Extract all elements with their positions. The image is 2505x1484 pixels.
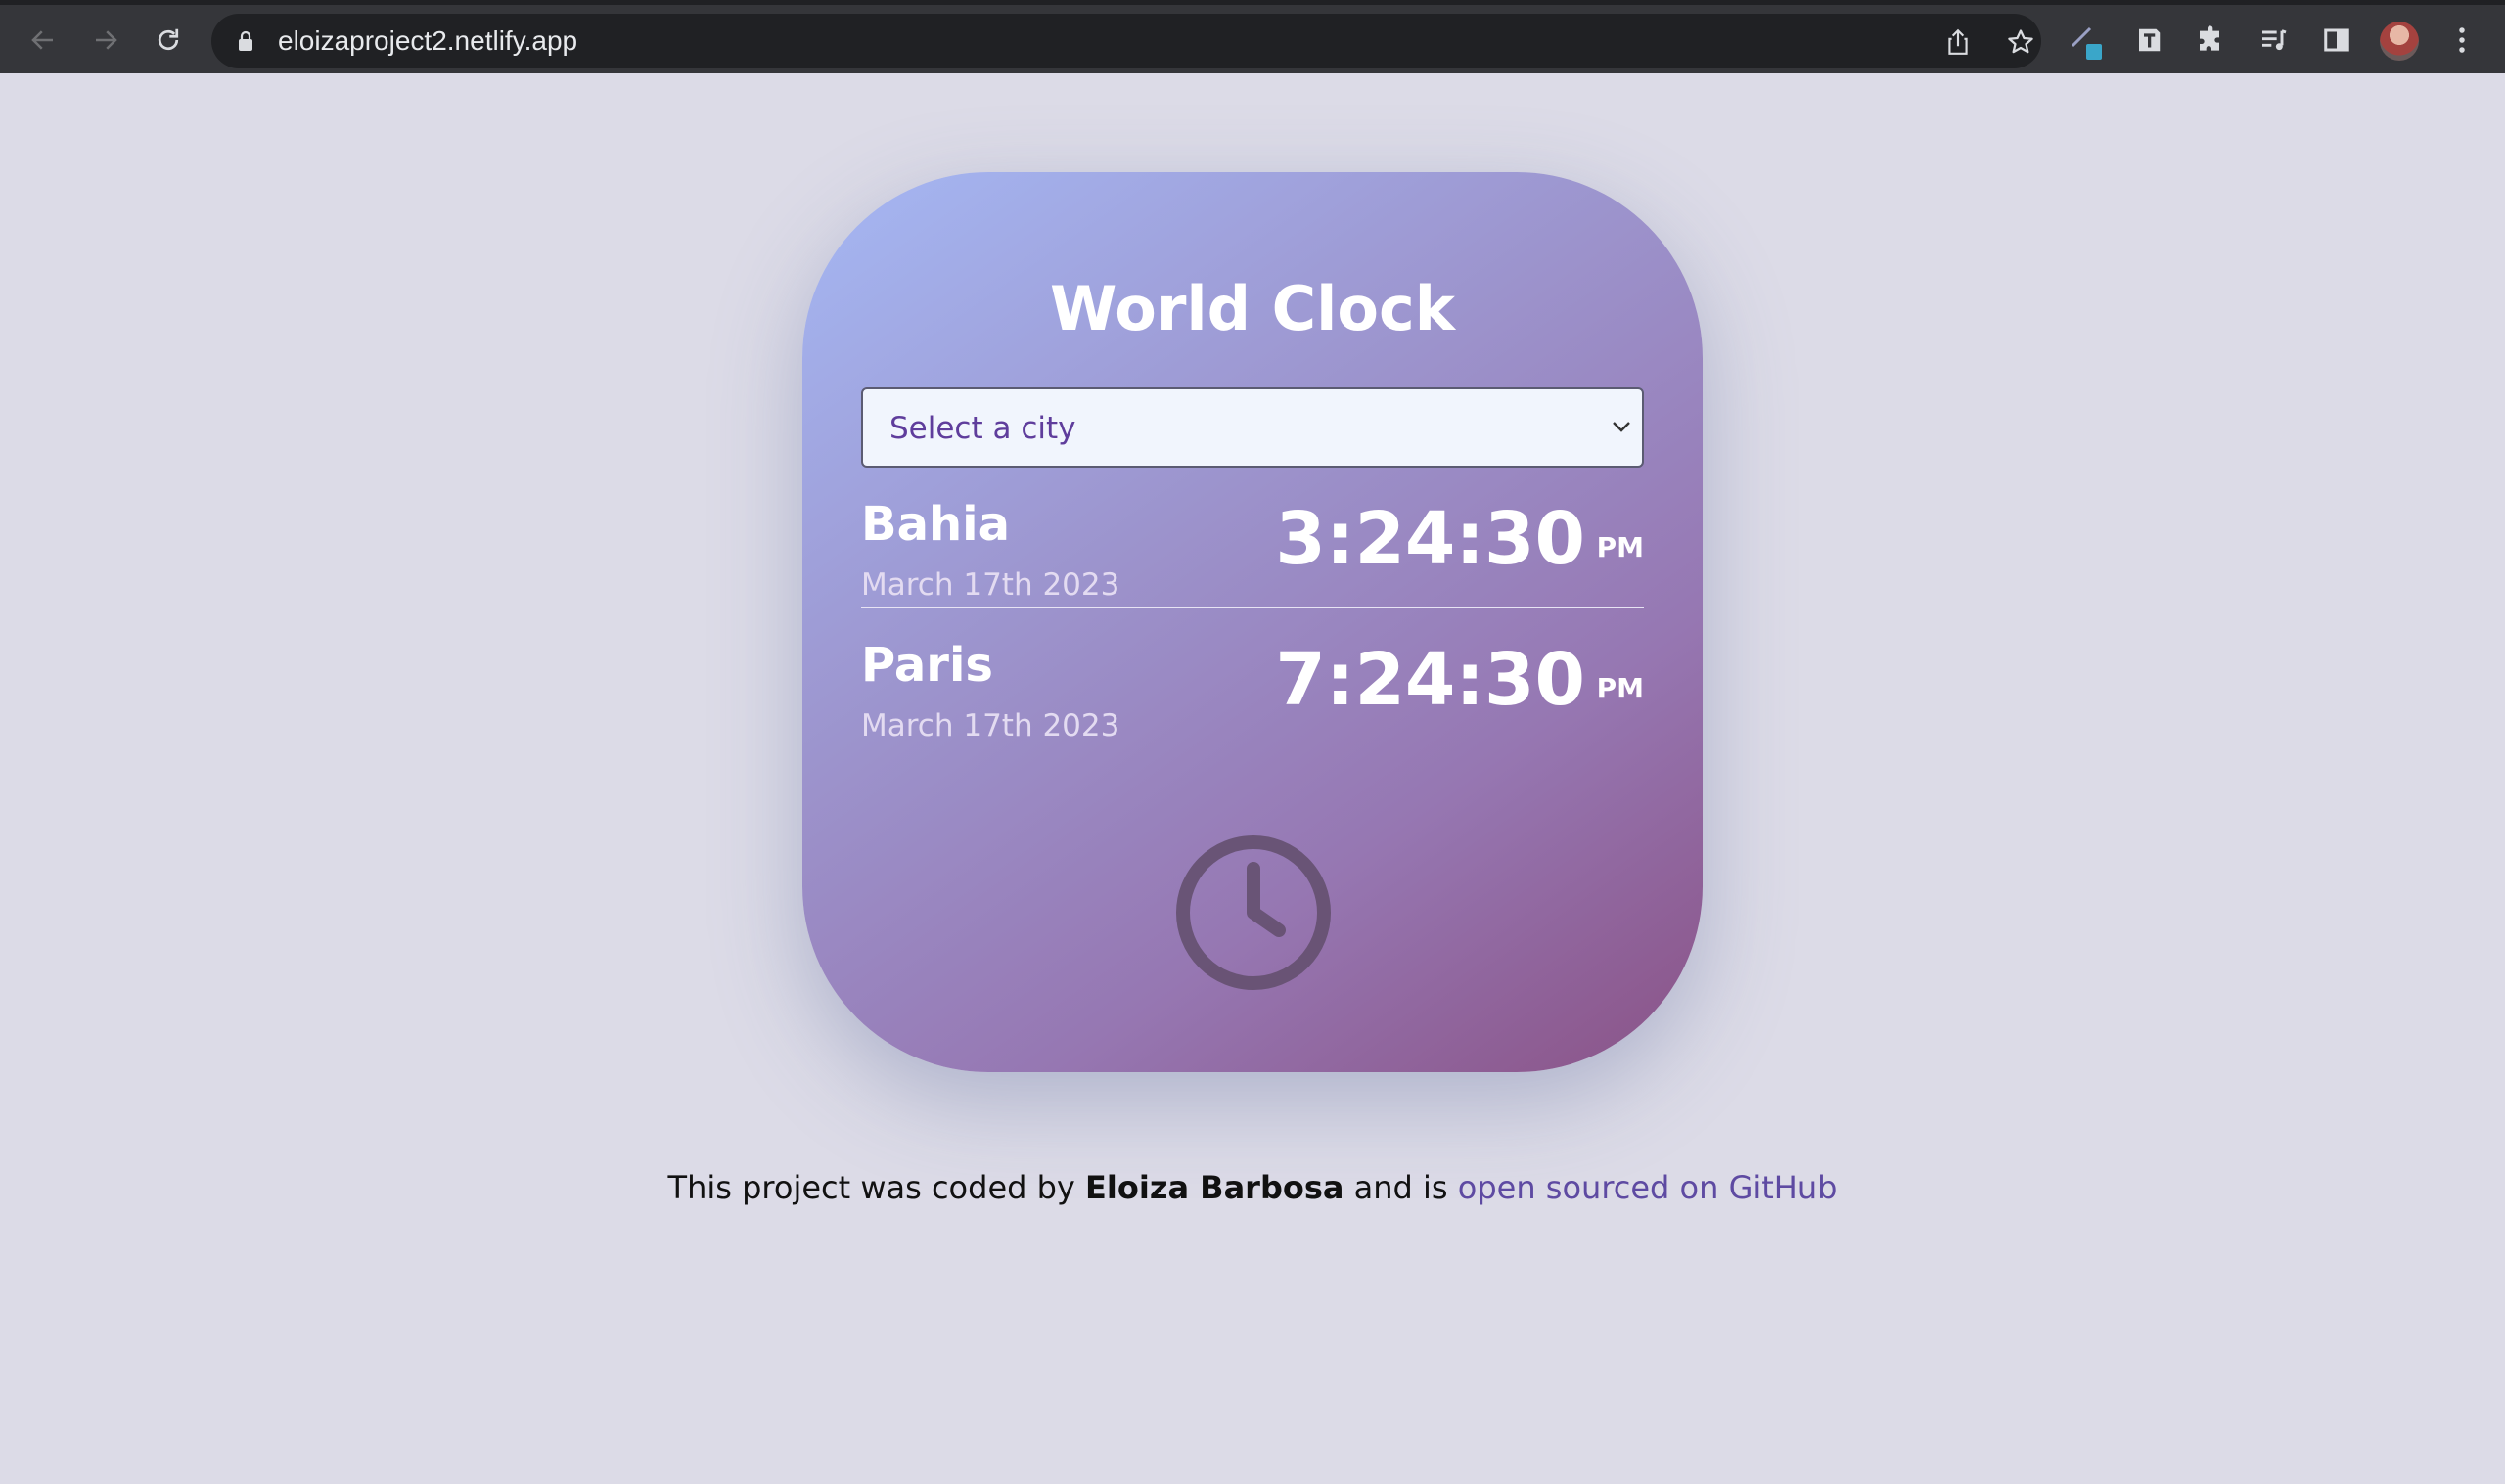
t-extension-icon[interactable] xyxy=(2129,21,2168,60)
avatar[interactable] xyxy=(2380,22,2419,61)
browser-toolbar: eloizaproject2.netlify.app xyxy=(0,0,2505,73)
side-panel-icon[interactable] xyxy=(2317,21,2356,60)
city-select[interactable]: Select a city xyxy=(861,387,1644,468)
share-icon[interactable] xyxy=(1941,25,1975,59)
footer-author: Eloiza Barbosa xyxy=(1085,1169,1344,1206)
url-text[interactable]: eloizaproject2.netlify.app xyxy=(278,25,577,57)
reload-icon xyxy=(158,28,179,51)
puzzle-icon[interactable] xyxy=(2192,21,2231,60)
city-name: Paris xyxy=(861,638,993,693)
city-select-value[interactable]: Select a city xyxy=(889,409,1076,448)
arrow-left-icon xyxy=(31,30,53,50)
city-time: 7:24:30 xyxy=(1275,638,1585,722)
pen-extension-icon[interactable] xyxy=(2067,21,2106,60)
page-title: World Clock xyxy=(1050,273,1455,344)
footer: This project was coded by Eloiza Barbosa… xyxy=(0,1164,2505,1211)
city-row-paris: Paris March 17th 2023 7:24:30 PM xyxy=(861,636,1644,753)
arrow-right-icon xyxy=(96,30,117,50)
kebab-menu-icon[interactable] xyxy=(2442,21,2482,60)
forward-button[interactable] xyxy=(86,21,125,60)
city-date: March 17th 2023 xyxy=(861,567,1120,603)
clock-icon xyxy=(1176,835,1331,990)
chevron-down-icon[interactable] xyxy=(1611,419,1632,437)
back-button[interactable] xyxy=(23,21,63,60)
city-row-bahia: Bahia March 17th 2023 3:24:30 PM xyxy=(861,495,1644,612)
footer-middle: and is xyxy=(1344,1169,1458,1206)
footer-prefix: This project was coded by xyxy=(667,1169,1086,1206)
city-name: Bahia xyxy=(861,497,1010,552)
city-time: 3:24:30 xyxy=(1275,497,1585,581)
github-link[interactable]: open sourced on GitHub xyxy=(1458,1169,1838,1206)
reload-button[interactable] xyxy=(149,21,188,60)
city-ampm: PM xyxy=(1596,672,1644,704)
star-icon[interactable] xyxy=(2004,25,2037,59)
divider xyxy=(861,607,1644,608)
city-ampm: PM xyxy=(1596,531,1644,563)
reading-list-icon[interactable] xyxy=(2254,21,2294,60)
world-clock-card: World Clock Select a city Bahia March 17… xyxy=(802,172,1703,1072)
lock-icon[interactable] xyxy=(237,30,254,56)
city-date: March 17th 2023 xyxy=(861,708,1120,743)
address-bar[interactable]: eloizaproject2.netlify.app xyxy=(211,14,2041,68)
